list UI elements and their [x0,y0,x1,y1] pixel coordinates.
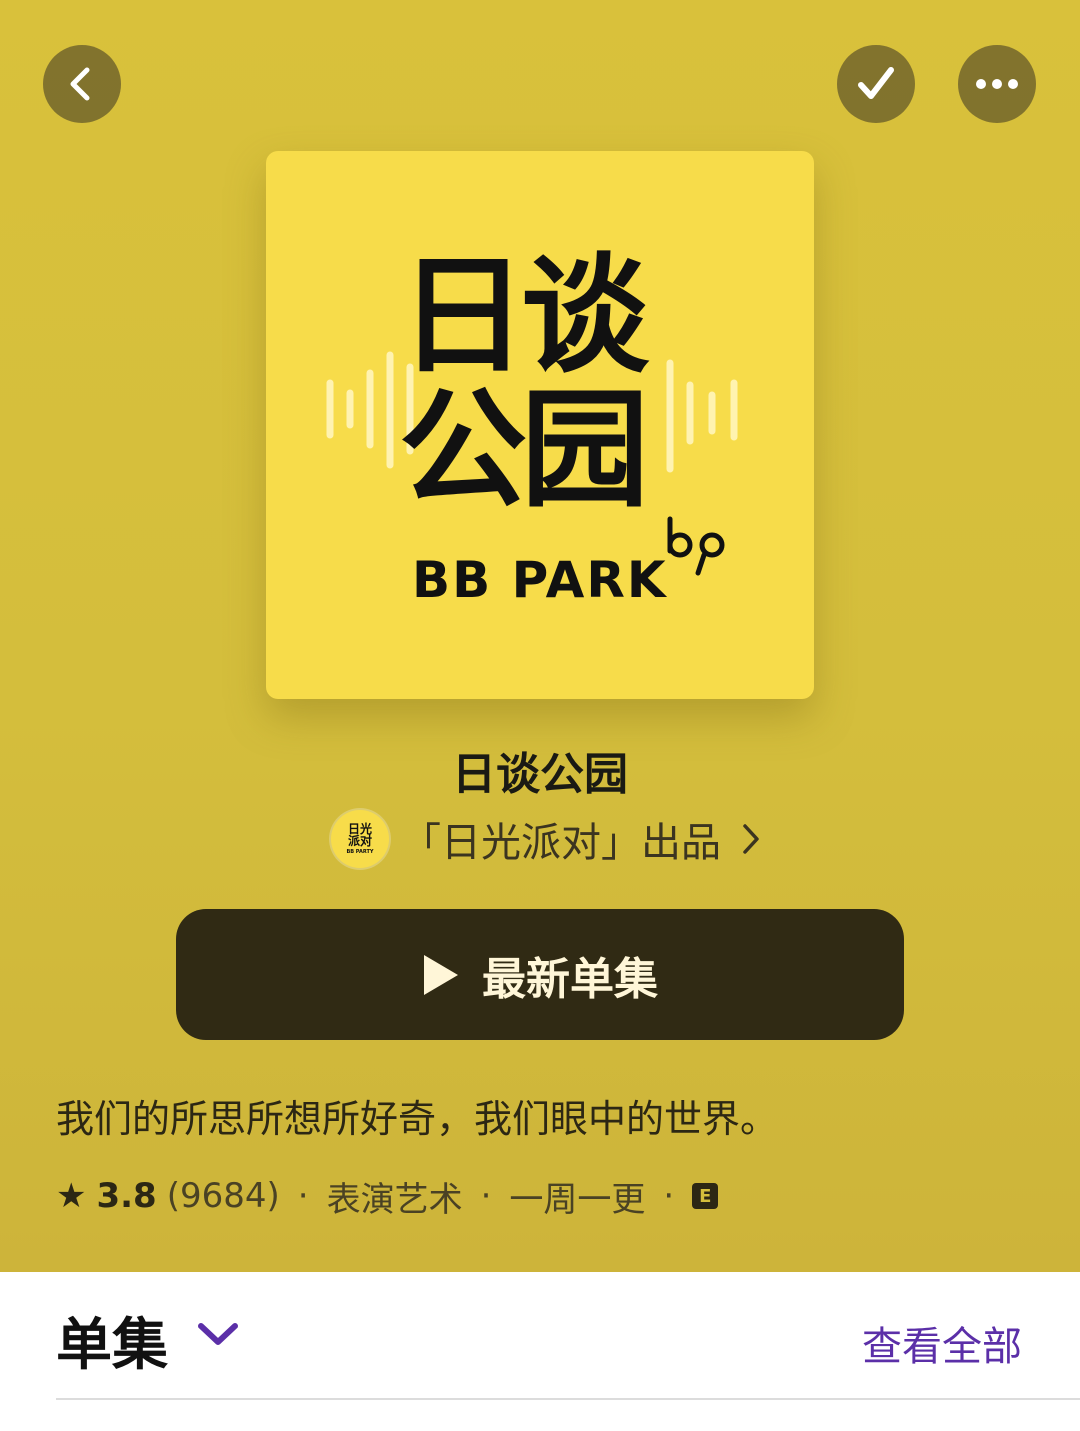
publisher-avatar: 日光 派对 BB PARTY [331,810,389,868]
rating-value: 3.8 [96,1176,157,1216]
play-button-label: 最新单集 [482,953,658,1005]
artwork-title-line2: 公园 [399,376,649,525]
see-all-link[interactable]: 查看全部 [862,1314,1022,1372]
podcast-description: 我们的所思所想所好奇，我们眼中的世界。 [56,1097,779,1141]
bp-logo-mark [667,516,725,576]
podcast-artwork[interactable]: 日谈 公园 BB PARK [266,151,814,699]
publisher-name: 「日光派对」出品 [401,820,721,866]
podcast-title: 日谈公园 [452,749,628,800]
artwork-title-line1: 日谈 [399,242,649,391]
separator: · [663,1176,675,1216]
play-latest-episode-button[interactable]: 最新单集 [176,909,904,1040]
podcast-meta: ★ 3.8 (9684) · 表演艺术 · 一周一更 · E [56,1172,719,1221]
chevron-down-icon[interactable] [196,1320,240,1350]
artwork-brand: BB PARK [412,551,668,609]
checkmark-icon [858,67,894,99]
podcast-header: 日谈 公园 BB PARK 日谈公园 日光 派对 BB PARTY 「日光派对」… [0,0,1080,1272]
follow-button[interactable] [837,45,915,123]
ellipsis-icon [976,79,1018,89]
more-button[interactable] [958,45,1036,123]
back-button[interactable] [43,45,121,123]
explicit-badge: E [692,1183,719,1209]
publisher-avatar-text: 日光 派对 [347,821,372,848]
divider [56,1398,1080,1400]
play-icon [424,954,458,995]
separator: · [297,1176,309,1216]
separator: · [480,1176,492,1216]
publisher-avatar-subtext: BB PARTY [346,848,374,855]
chevron-left-icon [70,67,90,101]
episodes-section-title[interactable]: 单集 [56,1300,168,1381]
chevron-right-icon [743,824,759,854]
star-icon: ★ [56,1176,87,1216]
publisher-link[interactable]: 日光 派对 BB PARTY 「日光派对」出品 [331,808,761,870]
rating-count: (9684) [166,1176,280,1216]
update-frequency: 一周一更 [509,1179,646,1220]
category-link[interactable]: 表演艺术 [327,1172,463,1221]
